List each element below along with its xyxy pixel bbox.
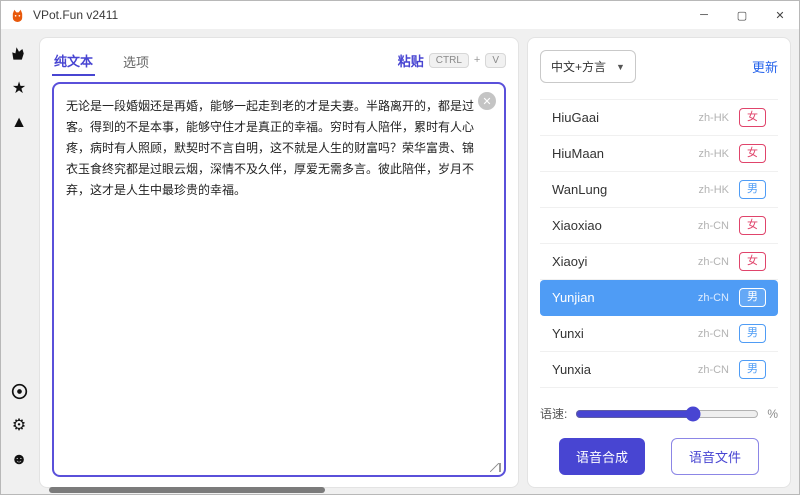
window-title: VPot.Fun v2411 [33,8,118,22]
voice-row-hiugaai[interactable]: HiuGaai zh-HK 女 [540,100,778,136]
voice-name: WanLung [552,182,698,197]
tab-plain-text[interactable]: 纯文本 [52,45,95,76]
chevron-down-icon: ▼ [616,62,625,72]
speed-row: 语速: % [540,391,778,422]
gender-badge: 女 [739,108,766,127]
gender-badge: 男 [739,360,766,379]
voice-name: Yunjian [552,290,698,305]
textarea-wrap: 无论是一段婚姻还是再婚，能够一起走到老的才是夫妻。半路离开的，都是过客。得到的不… [52,82,506,477]
minimize-button[interactable]: ─ [685,1,723,29]
voice-name: HiuMaan [552,146,698,161]
language-filter-select[interactable]: 中文+方言 ▼ [540,50,636,83]
paste-button[interactable]: 粘贴 [398,51,424,70]
voice-name: Yunxi [552,326,698,341]
voice-locale: zh-HK [698,148,729,160]
robot-icon[interactable]: ☻ [11,452,28,468]
tab-options[interactable]: 选项 [121,46,151,75]
voice-name: HiuGaai [552,110,698,125]
voice-row-yunxia[interactable]: Yunxia zh-CN 男 [540,352,778,388]
voice-locale: zh-CN [698,328,729,340]
resize-grip-icon[interactable] [492,463,501,472]
voice-locale: zh-CN [698,256,729,268]
gender-badge: 男 [739,324,766,343]
speed-label: 语速: [540,405,567,422]
paste-shortcut: 粘贴 CTRL + V [398,51,506,70]
voice-locale: zh-CN [698,220,729,232]
voice-name: Xiaoxiao [552,218,698,233]
voice-name: Xiaoyi [552,254,698,269]
gender-badge: 女 [739,216,766,235]
text-editor-panel: 纯文本 选项 粘贴 CTRL + V 无论是一段婚姻还是再婚，能够一起走到老的才… [39,37,519,488]
tabs-row: 纯文本 选项 粘贴 CTRL + V [52,44,506,76]
voice-locale: zh-HK [698,184,729,196]
voice-file-button[interactable]: 语音文件 [671,438,759,475]
voice-row-xiaoxiao[interactable]: Xiaoxiao zh-CN 女 [540,208,778,244]
horizontal-scrollbar[interactable] [49,487,325,493]
synthesize-button[interactable]: 语音合成 [559,438,645,475]
window-controls: ─ ▢ ✕ [685,1,799,29]
main-area: ★ ▲ ⚙ ☻ 纯文本 选项 粘贴 CTRL + V [1,29,799,494]
hand-tool-icon[interactable] [10,45,28,63]
voice-panel-header: 中文+方言 ▼ 更新 [540,50,778,83]
plus-sign: + [474,54,480,66]
language-filter-value: 中文+方言 [551,58,606,75]
star-icon[interactable]: ★ [12,81,26,97]
gender-badge: 女 [739,252,766,271]
v-key-badge: V [485,53,506,68]
maximize-button[interactable]: ▢ [723,1,761,29]
ctrl-key-badge: CTRL [429,53,469,68]
triangle-logo-icon[interactable]: ▲ [11,115,27,131]
clear-text-button[interactable]: ✕ [478,92,496,110]
voice-locale: zh-HK [698,112,729,124]
voice-name: Yunxia [552,362,698,377]
gender-badge: 女 [739,144,766,163]
aperture-icon[interactable] [11,383,28,400]
text-input[interactable]: 无论是一段婚姻还是再婚，能够一起走到老的才是夫妻。半路离开的，都是过客。得到的不… [52,82,506,477]
sidebar: ★ ▲ ⚙ ☻ [1,29,37,494]
voice-row-yunjian[interactable]: Yunjian zh-CN 男 [540,280,778,316]
voice-row-xiaoyi[interactable]: Xiaoyi zh-CN 女 [540,244,778,280]
close-button[interactable]: ✕ [761,1,799,29]
refresh-link[interactable]: 更新 [752,57,778,76]
voice-row-hiumaan[interactable]: HiuMaan zh-HK 女 [540,136,778,172]
action-buttons: 语音合成 语音文件 [540,438,778,475]
voice-list: HiuGaai zh-HK 女 HiuMaan zh-HK 女 WanLung … [540,99,778,391]
voice-locale: zh-CN [698,292,729,304]
voice-panel: 中文+方言 ▼ 更新 HiuGaai zh-HK 女 HiuMaan zh-HK… [527,37,791,488]
content: 纯文本 选项 粘贴 CTRL + V 无论是一段婚姻还是再婚，能够一起走到老的才… [37,29,799,494]
speed-slider[interactable] [575,407,759,421]
speed-unit: % [767,407,778,421]
voice-row-yunxi[interactable]: Yunxi zh-CN 男 [540,316,778,352]
titlebar: VPot.Fun v2411 ─ ▢ ✕ [1,1,799,29]
voice-locale: zh-CN [698,364,729,376]
voice-row-wanlung[interactable]: WanLung zh-HK 男 [540,172,778,208]
app-window: VPot.Fun v2411 ─ ▢ ✕ ★ ▲ ⚙ ☻ [0,0,800,495]
app-icon [10,8,25,23]
gender-badge: 男 [739,288,766,307]
gear-icon[interactable]: ⚙ [12,418,26,434]
gender-badge: 男 [739,180,766,199]
